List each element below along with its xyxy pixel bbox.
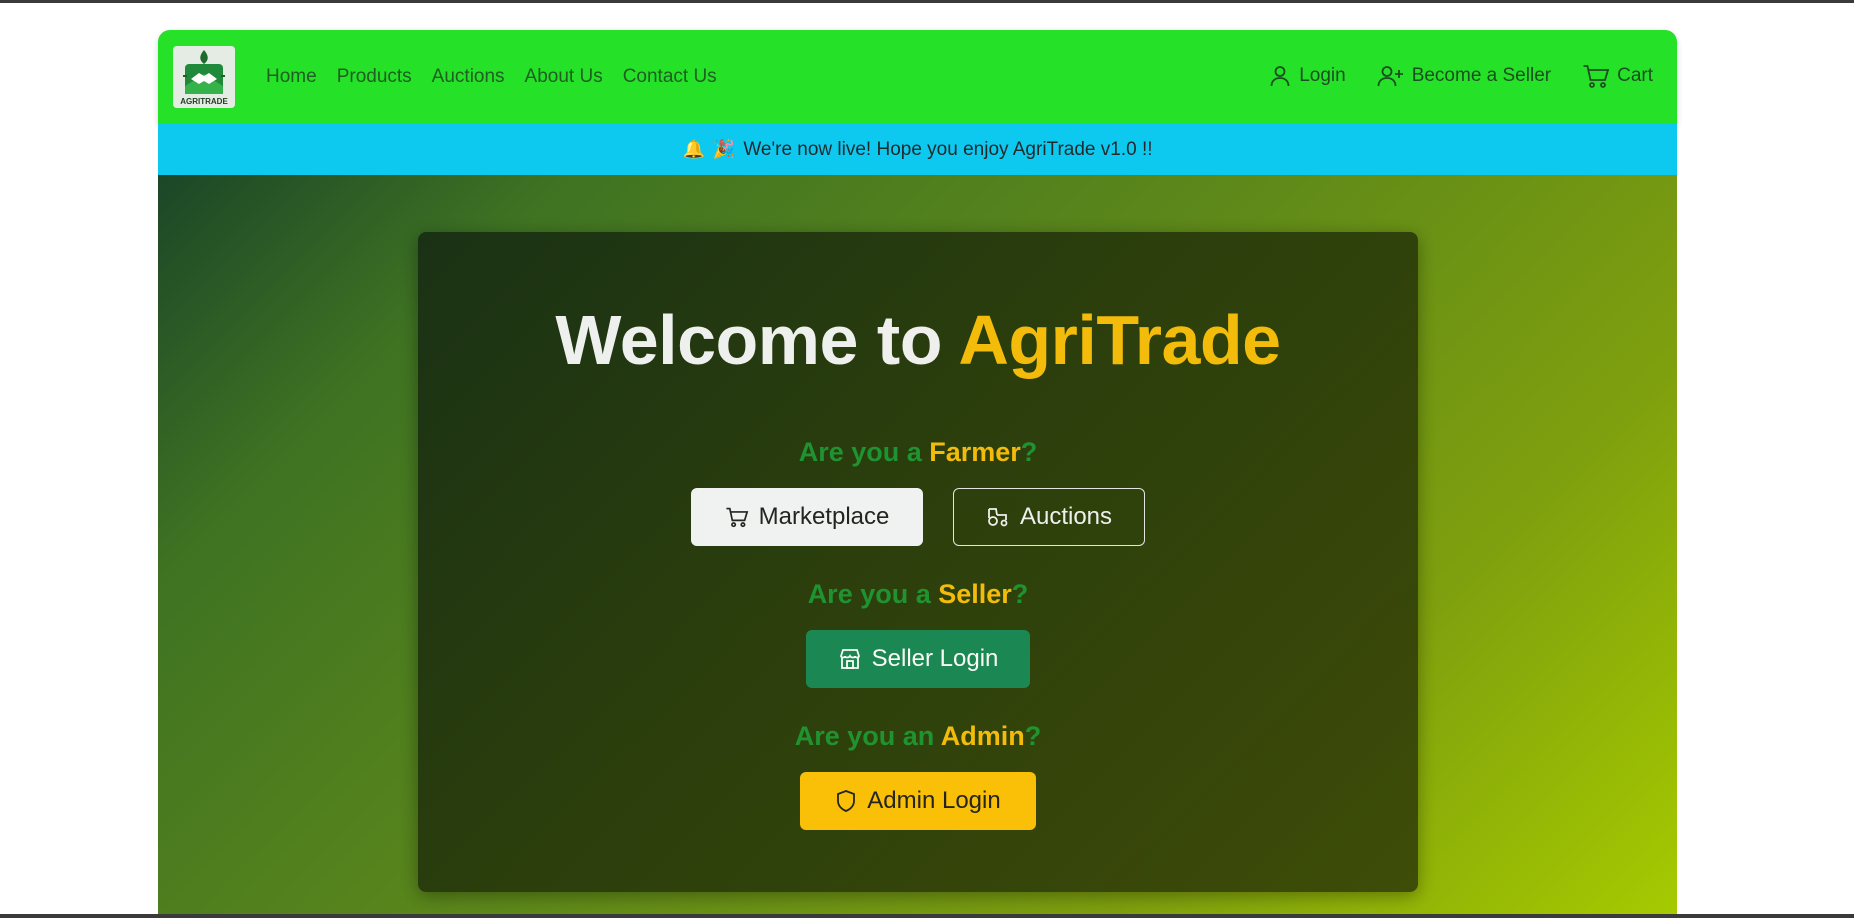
cart-icon (1583, 65, 1610, 88)
marketplace-label: Marketplace (758, 503, 890, 530)
login-link[interactable]: Login (1268, 64, 1346, 88)
admin-question: Are you an Admin? (418, 721, 1418, 752)
person-plus-icon (1377, 66, 1403, 87)
hero-section: Welcome to AgriTrade Are you a Farmer? M… (158, 175, 1677, 914)
seller-role: Seller (938, 579, 1012, 609)
auctions-button[interactable]: Auctions (953, 488, 1145, 546)
person-icon (1270, 66, 1290, 87)
farmer-question-prefix: Are you a (798, 437, 930, 467)
tractor-icon (988, 508, 1008, 527)
window-bottom-border (0, 914, 1854, 918)
party-popper-icon: 🎉 (712, 139, 736, 159)
become-seller-link[interactable]: Become a Seller (1377, 64, 1551, 88)
farmer-role: Farmer (929, 437, 1021, 467)
seller-question-suffix: ? (1011, 579, 1029, 609)
nav-link-about-us[interactable]: About Us (525, 66, 603, 88)
seller-question: Are you a Seller? (418, 579, 1418, 610)
farmer-question-suffix: ? (1020, 437, 1038, 467)
agritrade-logo[interactable]: AGRITRADE (173, 46, 235, 108)
cart-icon (726, 507, 748, 528)
welcome-card: Welcome to AgriTrade Are you a Farmer? M… (418, 232, 1418, 892)
nav-links: Home Products Auctions About Us Contact … (266, 30, 737, 124)
nav-link-auctions[interactable]: Auctions (432, 66, 505, 88)
cart-label: Cart (1617, 65, 1653, 86)
bell-icon: 🔔 (682, 139, 705, 159)
announcement-bar: 🔔 🎉 We're now live! Hope you enjoy AgriT… (158, 124, 1677, 175)
navbar: AGRITRADE Home Products Auctions About U… (158, 30, 1677, 124)
nav-actions: Login Become a Seller Cart (1237, 30, 1653, 122)
announcement-text: We're now live! Hope you enjoy AgriTrade… (743, 138, 1153, 160)
farmer-question: Are you a Farmer? (418, 437, 1418, 468)
svg-text:AGRITRADE: AGRITRADE (180, 97, 228, 106)
marketplace-button[interactable]: Marketplace (691, 488, 923, 546)
nav-link-products[interactable]: Products (337, 66, 412, 88)
auctions-label: Auctions (1019, 503, 1113, 530)
shield-icon (837, 790, 856, 812)
admin-login-label: Admin Login (867, 787, 1001, 814)
shop-icon (839, 649, 860, 669)
admin-buttons: Admin Login (418, 772, 1418, 830)
admin-question-suffix: ? (1024, 721, 1042, 751)
admin-role: Admin (940, 721, 1025, 751)
admin-login-button[interactable]: Admin Login (800, 772, 1036, 830)
title-prefix: Welcome to (555, 301, 959, 379)
page-title: Welcome to AgriTrade (418, 300, 1418, 380)
seller-buttons: Seller Login (418, 630, 1418, 688)
cart-link[interactable]: Cart (1582, 63, 1653, 89)
window-top-border (0, 0, 1854, 3)
farmer-buttons: Marketplace Auctions (418, 488, 1418, 546)
seller-question-prefix: Are you a (807, 579, 939, 609)
title-brand: AgriTrade (958, 301, 1281, 379)
login-label: Login (1299, 65, 1346, 86)
nav-link-home[interactable]: Home (266, 66, 317, 88)
nav-link-contact-us[interactable]: Contact Us (623, 66, 717, 88)
seller-login-label: Seller Login (871, 645, 999, 672)
admin-question-prefix: Are you an (794, 721, 941, 751)
become-seller-label: Become a Seller (1411, 65, 1552, 86)
seller-login-button[interactable]: Seller Login (806, 630, 1030, 688)
